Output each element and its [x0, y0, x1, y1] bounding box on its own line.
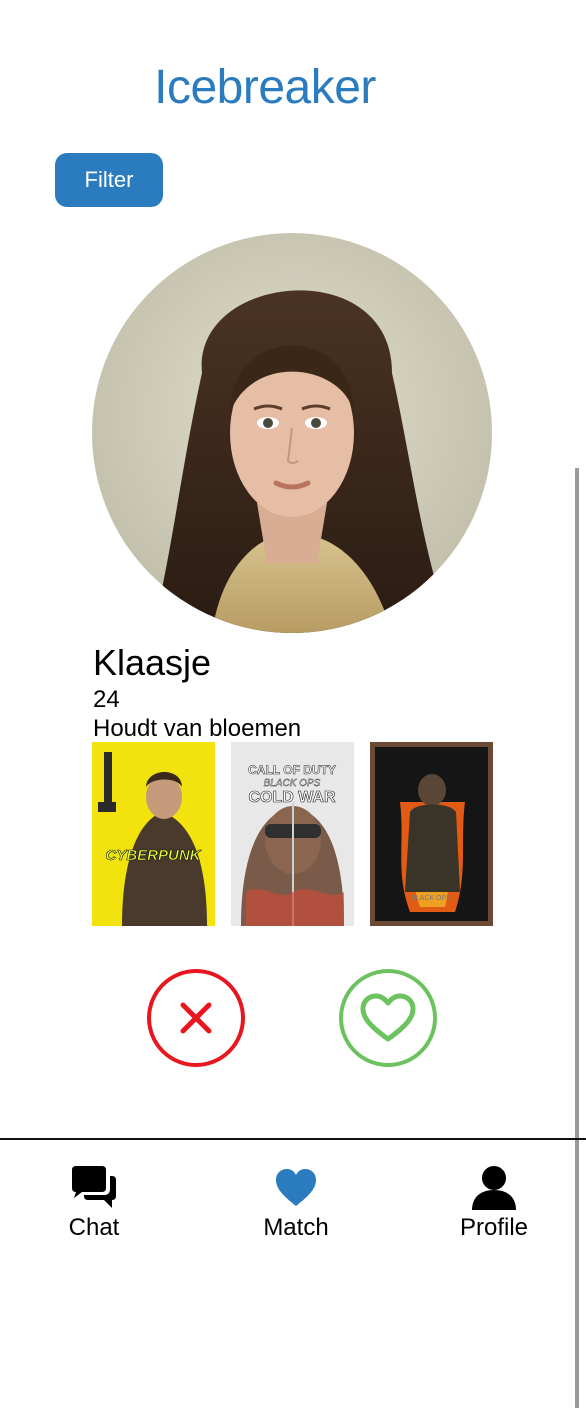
- game-cover-cold-war[interactable]: CALL OF DUTY BLACK OPS COLD WAR: [231, 742, 354, 926]
- game-cover-cyberpunk[interactable]: CYBERPUNK: [92, 742, 215, 926]
- scrollbar[interactable]: [575, 468, 579, 1408]
- profile-photo: [92, 233, 492, 633]
- game-title-line2: BLACK OPS: [264, 778, 321, 789]
- favorite-games: CYBERPUNK CALL OF DUTY BLACK OPS COLD WA…: [92, 742, 494, 926]
- nav-divider: [0, 1138, 586, 1140]
- nav-profile[interactable]: Profile: [424, 1164, 564, 1254]
- game-title-line1: CALL OF DUTY: [248, 763, 336, 777]
- game-cover-black-ops[interactable]: BLACK OPS: [370, 742, 493, 926]
- reject-button[interactable]: [147, 969, 245, 1067]
- profile-age: 24: [93, 686, 120, 713]
- person-icon: [472, 1166, 516, 1210]
- nav-label: Match: [263, 1214, 329, 1241]
- profile-bio: Houdt van bloemen: [93, 715, 302, 742]
- nav-label: Profile: [459, 1214, 529, 1241]
- heart-outline-icon: [360, 993, 416, 1042]
- game-title: BLACK OPS: [411, 895, 451, 902]
- like-button[interactable]: [339, 969, 437, 1067]
- nav-match[interactable]: Match: [226, 1164, 366, 1254]
- filter-button[interactable]: Filter: [55, 153, 163, 207]
- heart-icon: [276, 1169, 316, 1206]
- nav-label: Chat: [68, 1214, 120, 1241]
- game-title-line3: COLD WAR: [248, 789, 336, 806]
- close-icon: [180, 1002, 212, 1034]
- profile-name: Klaasje: [93, 642, 212, 683]
- app-title: Icebreaker: [154, 61, 376, 115]
- game-title: CYBERPUNK: [105, 847, 201, 864]
- chat-bubbles-icon: [72, 1166, 116, 1208]
- nav-chat[interactable]: Chat: [24, 1164, 164, 1254]
